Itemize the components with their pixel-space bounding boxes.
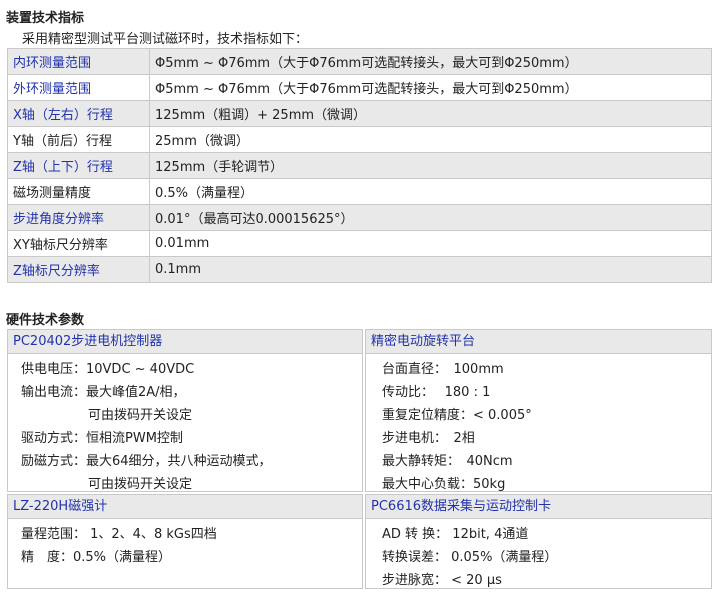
- panel-line: 转换误差： 0.05%（满量程）: [382, 550, 558, 565]
- panel-line: 输出电流：最大峰值2A/相，: [21, 385, 186, 400]
- table-row: Z轴标尺分辨率 0.1mm: [7, 256, 712, 283]
- spec-value: 0.01°（最高可达0.00015625°）: [149, 204, 712, 231]
- panel-gaussmeter: LZ-220H磁强计 量程范围： 1、2、4、8 kGs四档 精 度：0.5%（…: [7, 494, 363, 589]
- table-row: X轴（左右）行程 125mm（粗调）+ 25mm（微调）: [7, 100, 712, 127]
- panel-line: AD 转 换： 12bit, 4通道: [382, 527, 529, 542]
- panel-title: 精密电动旋转平台: [366, 330, 711, 354]
- spec-key: Z轴（上下）行程: [7, 152, 150, 179]
- table-row: 磁场测量精度 0.5%（满量程）: [7, 178, 712, 205]
- spec-key: 内环测量范围: [7, 48, 150, 75]
- spec-key: XY轴标尺分辨率: [7, 230, 150, 257]
- spec-value: 0.01mm: [149, 230, 712, 257]
- spec-key: 步进角度分辨率: [7, 204, 150, 231]
- panel-line: 供电电压：10VDC ~ 40VDC: [21, 362, 195, 377]
- spec-value: Φ5mm ~ Φ76mm（大于Φ76mm可选配转接头，最大可到Φ250mm）: [149, 74, 712, 101]
- section-title-hardware-params: 硬件技术参数: [6, 313, 85, 328]
- spec-key: X轴（左右）行程: [7, 100, 150, 127]
- table-row: Z轴（上下）行程 125mm（手轮调节）: [7, 152, 712, 179]
- panel-daq-card: PC6616数据采集与运动控制卡 AD 转 换： 12bit, 4通道 转换误差…: [365, 494, 712, 589]
- spec-table: 内环测量范围 Φ5mm ~ Φ76mm（大于Φ76mm可选配转接头，最大可到Φ2…: [7, 48, 712, 283]
- panel-title: PC6616数据采集与运动控制卡: [366, 495, 711, 519]
- panel-line: 可由拨码开关设定: [88, 408, 193, 423]
- spec-key: Y轴（前后）行程: [7, 126, 150, 153]
- panel-line: 步进脉宽： < 20 μs: [382, 573, 502, 588]
- table-row: XY轴标尺分辨率 0.01mm: [7, 230, 712, 257]
- intro-text: 采用精密型测试平台测试磁环时，技术指标如下：: [22, 32, 309, 47]
- panel-line: 最大静转矩： 40Ncm: [382, 454, 513, 469]
- table-row: 内环测量范围 Φ5mm ~ Φ76mm（大于Φ76mm可选配转接头，最大可到Φ2…: [7, 48, 712, 75]
- panel-line: 最大中心负载：50kg: [382, 477, 506, 492]
- table-row: 外环测量范围 Φ5mm ~ Φ76mm（大于Φ76mm可选配转接头，最大可到Φ2…: [7, 74, 712, 101]
- table-row: 步进角度分辨率 0.01°（最高可达0.00015625°）: [7, 204, 712, 231]
- panel-rotary-platform: 精密电动旋转平台 台面直径： 100mm 传动比： 180 : 1 重复定位精度…: [365, 329, 712, 492]
- spec-value: 0.5%（满量程）: [149, 178, 712, 205]
- panel-line: 励磁方式：最大64细分，共八种运动模式，: [21, 454, 272, 469]
- spec-key: Z轴标尺分辨率: [7, 256, 150, 283]
- panel-line: 传动比： 180 : 1: [382, 385, 491, 400]
- panel-line: 台面直径： 100mm: [382, 362, 504, 377]
- spec-value: 125mm（手轮调节）: [149, 152, 712, 179]
- panel-line: 驱动方式：恒相流PWM控制: [21, 431, 183, 446]
- panel-stepper-controller: PC20402步进电机控制器 供电电压：10VDC ~ 40VDC 输出电流：最…: [7, 329, 363, 492]
- spec-value: Φ5mm ~ Φ76mm（大于Φ76mm可选配转接头，最大可到Φ250mm）: [149, 48, 712, 75]
- spec-key: 磁场测量精度: [7, 178, 150, 205]
- panel-line: 步进电机： 2相: [382, 431, 475, 446]
- spec-value: 0.1mm: [149, 256, 712, 283]
- panel-title: LZ-220H磁强计: [8, 495, 362, 519]
- section-title-device-specs: 装置技术指标: [6, 11, 85, 26]
- panel-line: 可由拨码开关设定: [88, 477, 193, 492]
- spec-value: 125mm（粗调）+ 25mm（微调）: [149, 100, 712, 127]
- spec-key: 外环测量范围: [7, 74, 150, 101]
- panel-line: 重复定位精度：< 0.005°: [382, 408, 532, 423]
- panel-title: PC20402步进电机控制器: [8, 330, 362, 354]
- spec-value: 25mm（微调）: [149, 126, 712, 153]
- table-row: Y轴（前后）行程 25mm（微调）: [7, 126, 712, 153]
- panel-line: 精 度：0.5%（满量程）: [21, 550, 172, 565]
- panel-line: 量程范围： 1、2、4、8 kGs四档: [21, 527, 217, 542]
